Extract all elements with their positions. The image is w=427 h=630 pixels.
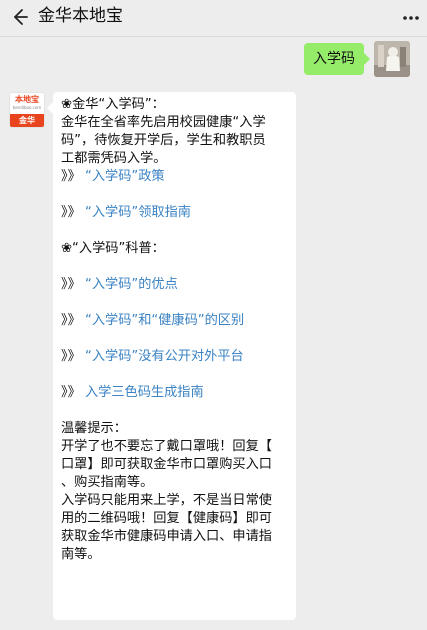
link-arrows: 》》 xyxy=(61,313,81,328)
section-heading: ❀“入学码”科普： xyxy=(61,241,165,256)
tip-text-line: 、购买指南等。 xyxy=(61,475,154,490)
link-arrows: 》》 xyxy=(61,349,81,364)
message-text-line: 工都需凭码入学。 xyxy=(61,151,167,166)
user-avatar[interactable] xyxy=(374,41,410,77)
link-policy[interactable]: “入学码”政策 xyxy=(85,169,165,184)
tip-text-line: 用的二维码哦！回复【健康码】即可 xyxy=(61,511,272,526)
outgoing-message[interactable]: 入学码 xyxy=(304,43,370,75)
message-heading: ❀金华“入学码”： xyxy=(61,97,165,112)
message-text-line: 金华在全省率先启用校园健康“入学 xyxy=(61,115,266,130)
tip-text-line: 南等。 xyxy=(61,547,101,562)
tip-text-line: 开学了也不要忘了戴口罩哦！回复【 xyxy=(61,439,272,454)
link-row: 》》 入学三色码生成指南 xyxy=(61,384,288,402)
tip-text-line: 入学码只能用来上学，不是当日常使 xyxy=(61,493,272,508)
top-bar: 金华本地宝 xyxy=(0,0,427,37)
chat-title: 金华本地宝 xyxy=(38,6,123,26)
chevron-left-icon[interactable] xyxy=(9,7,29,27)
logo-city: 金华 xyxy=(10,114,44,127)
tip-text-line: 获取金华市健康码申请入口、申请指 xyxy=(61,529,272,544)
link-arrows: 》》 xyxy=(61,385,81,400)
link-three-color-code[interactable]: 入学三色码生成指南 xyxy=(85,385,204,400)
incoming-message: ❀金华“入学码”： 金华在全省率先启用校园健康“入学 码”，待恢复开学后，学生和… xyxy=(47,92,296,620)
link-row: 》》 “入学码”政策 xyxy=(61,168,288,186)
message-text-line: 码”，待恢复开学后，学生和教职员 xyxy=(61,133,266,148)
link-arrows: 》》 xyxy=(61,277,81,292)
link-row: 》》 “入学码”的优点 xyxy=(61,276,288,294)
logo-subtext: bendibao.com xyxy=(12,105,42,110)
link-advantages[interactable]: “入学码”的优点 xyxy=(85,277,178,292)
official-account-avatar[interactable]: 本地宝 bendibao.com 金华 xyxy=(9,92,45,128)
tip-text-line: 口罩】即可获取金华市口罩购买入口 xyxy=(61,457,272,472)
link-arrows: 》》 xyxy=(61,205,81,220)
logo-text: 本地宝 xyxy=(15,95,39,104)
link-arrows: 》》 xyxy=(61,169,81,184)
link-guide[interactable]: “入学码”领取指南 xyxy=(85,205,191,220)
tip-heading: 温馨提示： xyxy=(61,421,127,436)
link-row: 》》 “入学码”没有公开对外平台 xyxy=(61,348,288,366)
link-no-platform[interactable]: “入学码”没有公开对外平台 xyxy=(85,349,244,364)
more-dots-icon[interactable] xyxy=(401,6,421,26)
user-avatar-image xyxy=(374,41,410,77)
link-row: 》》 “入学码”领取指南 xyxy=(61,204,288,222)
link-row: 》》 “入学码”和“健康码”的区别 xyxy=(61,312,288,330)
link-difference[interactable]: “入学码”和“健康码”的区别 xyxy=(85,313,244,328)
